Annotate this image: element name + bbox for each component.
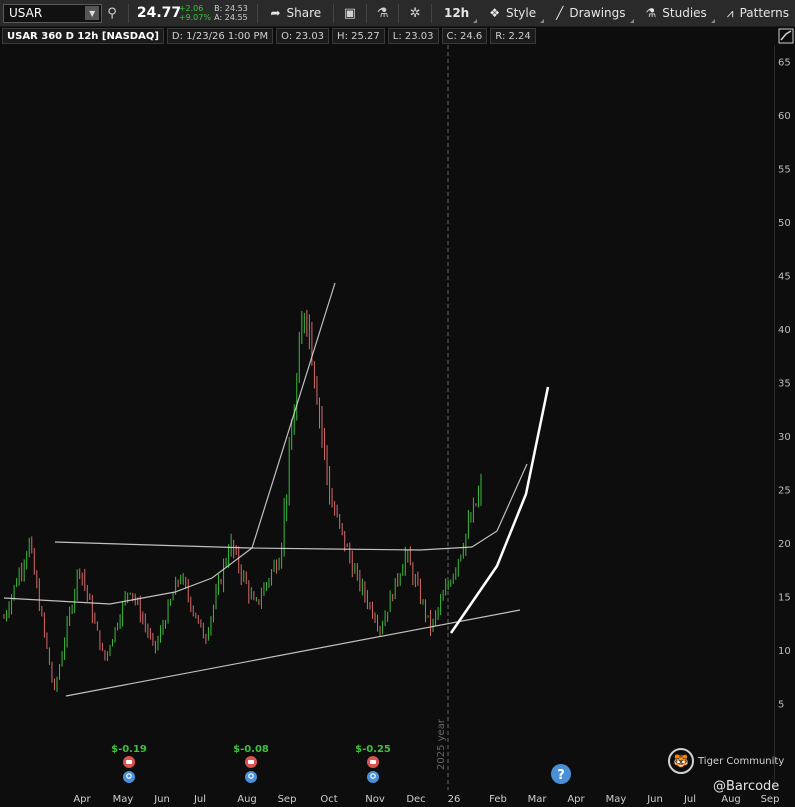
x-tick-label: Jun <box>646 794 663 805</box>
event-info-icon[interactable] <box>367 771 379 783</box>
divider <box>398 3 400 23</box>
bid-ask: B: 24.53 A: 24.55 <box>214 4 251 22</box>
patterns-icon: ⩘ <box>726 5 734 20</box>
divider <box>430 3 432 23</box>
style-button[interactable]: ❖ Style <box>483 0 550 27</box>
earnings-value: $-0.19 <box>111 744 147 755</box>
watermark-brand: Tiger Community <box>698 755 785 767</box>
earnings-icon-glyph <box>126 760 132 764</box>
help-icon-glyph: ? <box>557 768 565 783</box>
divider <box>127 3 129 23</box>
patterns-button[interactable]: ⩘ Patterns <box>721 0 795 27</box>
patterns-label: Patterns <box>739 6 790 20</box>
price-chart[interactable]: 5 10 15 20 25 30 35 40 45 50 55 60 65 Apr May Jun Jul Aug… <box>0 0 795 807</box>
bar-date: D: 1/23/26 1:00 PM <box>166 28 274 44</box>
y-tick-label: 35 <box>778 379 791 390</box>
bar-open: O: 23.03 <box>276 28 330 44</box>
studies-label: Studies <box>662 6 707 20</box>
share-button[interactable]: ➦ Share <box>264 0 327 27</box>
y-tick-label: 60 <box>778 111 791 122</box>
watermark-handle: @Barcode <box>713 779 780 794</box>
event-info-icon[interactable] <box>123 771 135 783</box>
y-tick-label: 45 <box>778 272 791 283</box>
dropdown-arrow-icon[interactable]: ▼ <box>85 6 100 20</box>
x-tick-label: Apr <box>73 794 91 805</box>
x-tick-label: Apr <box>567 794 585 805</box>
share-label: Share <box>286 6 322 20</box>
x-tick-label: Jun <box>153 794 170 805</box>
change-absolute: +2.06 <box>178 4 204 13</box>
y-tick-label: 25 <box>778 486 791 497</box>
last-price: 24.77 <box>136 5 182 21</box>
y-tick-label: 65 <box>778 58 791 69</box>
earnings-value: $-0.25 <box>355 744 391 755</box>
x-tick-label: Sep <box>761 794 780 805</box>
ask-value: A: 24.55 <box>214 13 248 22</box>
year-label: 2025 year <box>436 718 447 770</box>
price-change: +2.06 +9.07% <box>179 4 214 22</box>
drawings-button[interactable]: ╱ Drawings <box>550 0 639 27</box>
drawings-label: Drawings <box>569 6 626 20</box>
pencil-icon: ╱ <box>556 6 564 20</box>
bar-close: C: 24.6 <box>441 28 488 44</box>
x-tick-label: Mar <box>528 794 548 805</box>
aggregation-button[interactable]: 12h <box>438 0 483 27</box>
x-tick-label: Aug <box>721 794 741 805</box>
bar-range: R: 2.24 <box>490 28 536 44</box>
symbol-input[interactable]: USAR ▼ <box>3 3 103 23</box>
x-tick-label: Sep <box>278 794 297 805</box>
flask-icon[interactable]: ⚗ <box>373 3 393 23</box>
divider <box>365 3 367 23</box>
y-tick-label: 20 <box>778 539 791 550</box>
x-tick-label: Feb <box>489 794 507 805</box>
x-tick-label: Oct <box>320 794 337 805</box>
x-tick-label: Nov <box>365 794 385 805</box>
plot-area[interactable] <box>0 45 775 790</box>
x-tick-label: May <box>606 794 627 805</box>
bar-high: H: 25.27 <box>332 28 385 44</box>
change-percent: +9.07% <box>178 13 211 22</box>
corner-arrow-icon <box>710 18 715 23</box>
earnings-icon-glyph <box>370 760 376 764</box>
style-label: Style <box>505 6 537 20</box>
corner-arrow-icon <box>473 18 478 23</box>
corner-arrow-icon <box>540 18 545 23</box>
studies-button[interactable]: ⚗ Studies <box>640 0 721 27</box>
x-tick-label: Aug <box>237 794 257 805</box>
earnings-value: $-0.08 <box>233 744 269 755</box>
symbol-value: USAR <box>9 6 43 20</box>
gear-icon[interactable]: ✲ <box>405 3 425 23</box>
chart-title: USAR 360 D 12h [NASDAQ] <box>2 28 164 44</box>
y-tick-label: 40 <box>778 325 791 336</box>
snapshot-icon[interactable]: ▣ <box>340 3 360 23</box>
x-tick-label: May <box>113 794 134 805</box>
divider <box>333 3 335 23</box>
chart-info-bar: USAR 360 D 12h [NASDAQ] D: 1/23/26 1:00 … <box>0 27 775 45</box>
y-tick-label: 55 <box>778 165 791 176</box>
flask-icon: ⚗ <box>645 6 657 20</box>
corner-arrow-icon <box>629 18 634 23</box>
bar-low: L: 23.03 <box>387 28 439 44</box>
y-tick-label: 5 <box>778 700 784 711</box>
y-tick-label: 50 <box>778 218 791 229</box>
x-tick-label: 26 <box>448 794 461 805</box>
aggregation-label: 12h <box>443 6 470 20</box>
collapse-chart-icon[interactable] <box>778 28 794 44</box>
share-icon: ➦ <box>270 6 281 20</box>
x-tick-label: Jul <box>683 794 696 805</box>
x-tick-label: Dec <box>406 794 425 805</box>
divider <box>257 3 259 23</box>
y-tick-label: 10 <box>778 646 791 657</box>
link-icon[interactable]: ⚲ <box>102 3 122 23</box>
style-icon: ❖ <box>489 6 500 20</box>
toolbar: USAR ▼ ⚲ 24.77 +2.06 +9.07% B: 24.53 A: … <box>0 0 795 27</box>
event-info-icon[interactable] <box>245 771 257 783</box>
x-tick-label: Jul <box>193 794 206 805</box>
bid-value: B: 24.53 <box>214 4 248 13</box>
earnings-icon-glyph <box>248 760 254 764</box>
y-tick-label: 15 <box>778 593 791 604</box>
watermark: 🐯 Tiger Community <box>668 748 784 774</box>
tiger-logo-icon: 🐯 <box>668 748 694 774</box>
y-tick-label: 30 <box>778 432 791 443</box>
